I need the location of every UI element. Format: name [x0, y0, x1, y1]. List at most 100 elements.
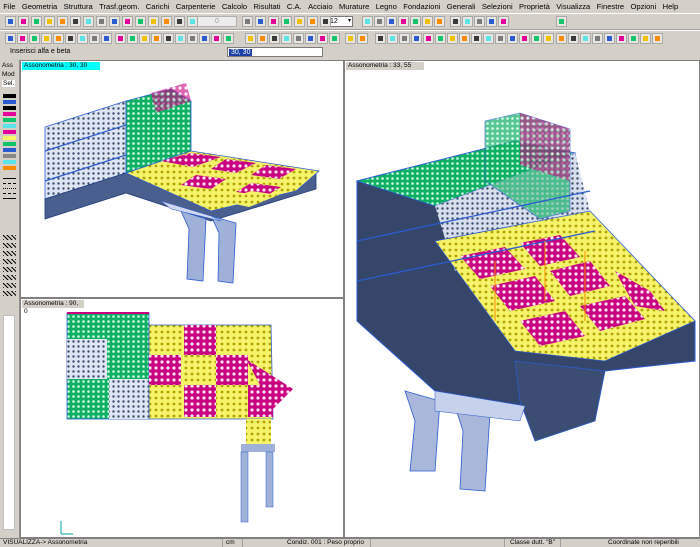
- line-style-option[interactable]: [3, 183, 16, 184]
- toolbar-button[interactable]: [329, 33, 340, 44]
- menu-item[interactable]: C.A.: [284, 0, 305, 13]
- color-swatch[interactable]: [3, 124, 16, 128]
- toolbar-button[interactable]: [399, 33, 410, 44]
- toolbar-button[interactable]: [269, 33, 280, 44]
- toolbar-button[interactable]: [411, 33, 422, 44]
- toolbar-button[interactable]: [486, 16, 497, 27]
- toolbar-button[interactable]: [543, 33, 554, 44]
- toolbar-button[interactable]: [434, 16, 445, 27]
- color-swatch[interactable]: [3, 154, 16, 158]
- menu-item[interactable]: Acciaio: [305, 0, 336, 13]
- color-swatch[interactable]: [3, 160, 16, 164]
- toolbar-button[interactable]: [245, 33, 256, 44]
- toolbar-button[interactable]: [592, 33, 603, 44]
- toolbar-button[interactable]: [187, 33, 198, 44]
- toolbar-button[interactable]: [498, 16, 509, 27]
- menu-item[interactable]: Finestre: [593, 0, 627, 13]
- open-folder-icon[interactable]: [18, 16, 29, 27]
- menu-item[interactable]: Fondazioni: [400, 0, 444, 13]
- toolbar-button[interactable]: [174, 16, 185, 27]
- menu-item[interactable]: Risultati: [250, 0, 283, 13]
- hatch-pattern-option[interactable]: [3, 275, 16, 280]
- toolbar-button[interactable]: [294, 16, 305, 27]
- panel-label-mod[interactable]: Mod: [2, 71, 15, 78]
- toolbar-button[interactable]: [604, 33, 615, 44]
- toolbar-button[interactable]: [151, 33, 162, 44]
- toolbar-button[interactable]: [122, 16, 133, 27]
- toolbar-button[interactable]: [211, 33, 222, 44]
- toolbar-button[interactable]: [483, 33, 494, 44]
- toolbar-button[interactable]: [531, 33, 542, 44]
- toolbar-button[interactable]: [148, 16, 159, 27]
- toolbar-button[interactable]: [281, 33, 292, 44]
- toolbar-button[interactable]: [320, 16, 331, 27]
- toolbar-button[interactable]: [41, 33, 52, 44]
- toolbar-button[interactable]: [386, 16, 397, 27]
- toolbar-button[interactable]: [387, 33, 398, 44]
- toolbar-button[interactable]: [115, 33, 126, 44]
- toolbar-button[interactable]: [163, 33, 174, 44]
- toolbar-button[interactable]: [83, 16, 94, 27]
- new-file-icon[interactable]: [5, 16, 16, 27]
- toolbar-button[interactable]: [374, 16, 385, 27]
- new-file-icon[interactable]: [5, 33, 16, 44]
- menu-item[interactable]: Proprietà: [516, 0, 553, 13]
- toolbar-button[interactable]: [281, 16, 292, 27]
- line-style-option[interactable]: [3, 178, 16, 179]
- toolbar-button[interactable]: [459, 33, 470, 44]
- panel-label-sel[interactable]: Sel.: [2, 80, 16, 87]
- viewport-right[interactable]: Assonometria : 33, 55: [344, 60, 700, 538]
- toolbar-button[interactable]: [268, 16, 279, 27]
- toolbar-button[interactable]: [556, 33, 567, 44]
- menu-item[interactable]: Carichi: [143, 0, 173, 13]
- menu-item[interactable]: Help: [659, 0, 681, 13]
- toolbar-button[interactable]: [423, 33, 434, 44]
- menu-item[interactable]: Opzioni: [627, 0, 659, 13]
- toolbar-button[interactable]: [345, 33, 356, 44]
- command-input[interactable]: 30, 30: [227, 47, 323, 57]
- toolbar-button[interactable]: [65, 33, 76, 44]
- viewport-top-left[interactable]: Assonometria : 30, 30: [20, 60, 344, 298]
- toolbar-button[interactable]: [70, 16, 81, 27]
- color-swatch[interactable]: [3, 118, 16, 122]
- hatch-pattern-option[interactable]: [3, 291, 16, 296]
- toolbar-button[interactable]: [375, 33, 386, 44]
- toolbar-button[interactable]: [139, 33, 150, 44]
- toolbar-button[interactable]: [317, 33, 328, 44]
- toolbar-button[interactable]: [257, 33, 268, 44]
- viewport-bottom-left[interactable]: Assonometria : 90, 0: [20, 298, 344, 538]
- toolbar-button[interactable]: [307, 16, 318, 27]
- toolbar-button[interactable]: [57, 16, 68, 27]
- toolbar-button[interactable]: [474, 16, 485, 27]
- panel-label-ass[interactable]: Ass: [2, 62, 13, 69]
- toolbar-button[interactable]: [422, 16, 433, 27]
- color-swatch[interactable]: [3, 100, 16, 104]
- toolbar-button[interactable]: [305, 33, 316, 44]
- hatch-pattern-option[interactable]: [3, 243, 16, 248]
- menu-item[interactable]: Legno: [373, 0, 401, 13]
- toolbar-button[interactable]: [135, 16, 146, 27]
- menu-item[interactable]: Struttura: [60, 0, 96, 13]
- toolbar-button[interactable]: [187, 16, 198, 27]
- open-folder-icon[interactable]: [17, 33, 28, 44]
- toolbar-button[interactable]: [89, 33, 100, 44]
- toolbar-button[interactable]: [556, 16, 567, 27]
- toolbar-button[interactable]: [495, 33, 506, 44]
- hatch-pattern-option[interactable]: [3, 251, 16, 256]
- toolbar-button[interactable]: [568, 33, 579, 44]
- toolbar-button[interactable]: [255, 16, 266, 27]
- hatch-pattern-option[interactable]: [3, 259, 16, 264]
- toolbar-button[interactable]: [471, 33, 482, 44]
- toolbar-button[interactable]: [109, 16, 120, 27]
- toolbar-button[interactable]: [293, 33, 304, 44]
- menu-item[interactable]: Generali: [444, 0, 479, 13]
- toolbar-button[interactable]: [519, 33, 530, 44]
- toolbar-button[interactable]: [362, 16, 373, 27]
- toolbar-button[interactable]: [435, 33, 446, 44]
- save-icon[interactable]: [29, 33, 40, 44]
- toolbar-button[interactable]: [580, 33, 591, 44]
- toolbar-button[interactable]: [127, 33, 138, 44]
- color-swatch[interactable]: [3, 112, 16, 116]
- hatch-pattern-option[interactable]: [3, 283, 16, 288]
- toolbar-button[interactable]: [96, 16, 107, 27]
